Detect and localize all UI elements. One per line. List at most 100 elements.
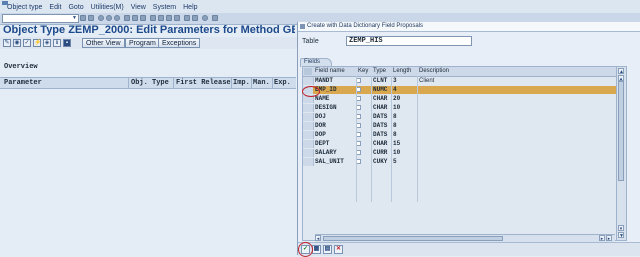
menu-item-edit[interactable]: Edit — [49, 4, 61, 11]
type-cell: CHAR — [373, 140, 388, 147]
menu-item-view[interactable]: View — [131, 4, 146, 11]
find-next-icon[interactable] — [140, 15, 146, 21]
save-icon[interactable] — [88, 15, 94, 21]
type-cell: DATS — [373, 131, 388, 138]
scroll-up-icon[interactable]: ▲ — [618, 68, 624, 75]
other-view-button[interactable]: Other View — [82, 38, 125, 48]
column-length[interactable]: Length — [393, 68, 411, 74]
column-man[interactable]: Man. — [253, 79, 270, 87]
type-cell: DATS — [373, 113, 388, 120]
prev-page-icon[interactable] — [158, 15, 164, 21]
column-obj-type[interactable]: Obj. Type — [131, 79, 169, 87]
menu-item-system[interactable]: System — [153, 4, 176, 11]
field-name-cell: DEPT — [315, 140, 330, 147]
column-imp[interactable]: Imp. — [233, 79, 250, 87]
length-cell: 8 — [393, 131, 397, 138]
field-name-cell: SALARY — [315, 149, 337, 156]
table-row[interactable]: DOP DATS 8 — [313, 131, 616, 139]
other-object-icon[interactable]: ◉ — [13, 39, 21, 47]
column-type[interactable]: Type — [373, 68, 386, 74]
activate-icon[interactable]: ⚡ — [33, 39, 41, 47]
table-input-value: ZEMP_HIS — [349, 37, 383, 45]
table-row[interactable]: DESIGN CHAR 10 — [313, 104, 616, 112]
field-name-cell: DOJ — [315, 113, 326, 120]
vertical-scrollbar[interactable]: ▲ ▴ ▾ ▼ — [616, 67, 626, 240]
find-icon[interactable] — [132, 15, 138, 21]
cancel-dialog-icon[interactable]: ✕ — [334, 245, 343, 254]
menu-item-goto[interactable]: Goto — [68, 4, 83, 11]
scroll-right-page-icon[interactable]: ▸ — [599, 235, 605, 242]
command-field[interactable]: ▼ — [2, 14, 79, 23]
select-all-button-icon[interactable]: ▦ — [312, 245, 321, 254]
scroll-page-down-icon[interactable]: ▾ — [618, 225, 624, 232]
length-cell: 3 — [393, 77, 397, 84]
horizontal-scroll-thumb[interactable] — [323, 236, 503, 241]
column-description[interactable]: Description — [419, 68, 449, 74]
dialog-footer: ✓ ▦ ▤ ✕ — [298, 242, 640, 256]
exceptions-button[interactable]: Exceptions — [158, 38, 201, 48]
length-cell: 4 — [393, 86, 397, 93]
table-label: Table — [302, 38, 319, 45]
table-row[interactable]: NAME CHAR 20 — [313, 95, 616, 103]
stop-icon[interactable]: ▪ — [63, 39, 71, 47]
shortcut-icon[interactable] — [192, 15, 198, 21]
fields-grid: Field name Key Type Length Description M… — [302, 66, 627, 242]
dialog-title-bar: Create with Data Dictionary Field Propos… — [298, 22, 640, 32]
menu-items: Object type Edit Goto Utilities(M) View Syste… — [7, 4, 198, 11]
dropdown-icon[interactable]: ▼ — [72, 15, 77, 21]
first-page-icon[interactable] — [150, 15, 156, 21]
print-icon[interactable] — [124, 15, 130, 21]
where-used-icon[interactable]: ◈ — [43, 39, 51, 47]
field-name-cell: DOP — [315, 131, 326, 138]
next-page-icon[interactable] — [166, 15, 172, 21]
type-cell: CHAR — [373, 104, 388, 111]
length-cell: 8 — [393, 122, 397, 129]
layout-menu-icon[interactable] — [212, 15, 218, 21]
new-session-icon[interactable] — [184, 15, 190, 21]
check-icon[interactable]: ✓ — [23, 39, 31, 47]
field-name-cell: SAL_UNIT — [315, 158, 344, 165]
column-field-name[interactable]: Field name — [315, 68, 345, 74]
table-row[interactable]: SAL_UNIT CUKY 5 — [313, 158, 616, 166]
cancel-icon[interactable] — [114, 15, 120, 21]
table-row[interactable]: SALARY CURR 10 — [313, 149, 616, 157]
type-cell: CHAR — [373, 95, 388, 102]
table-row[interactable]: DOR DATS 8 — [313, 122, 616, 130]
field-name-cell: DOR — [315, 122, 326, 129]
table-row[interactable]: DOJ DATS 8 — [313, 113, 616, 121]
back-icon[interactable] — [98, 15, 104, 21]
exit-icon[interactable] — [106, 15, 112, 21]
info-icon[interactable]: ℹ — [53, 39, 61, 47]
dialog-window-icon — [300, 24, 305, 29]
annotation-circle-row — [302, 86, 320, 97]
menu-item-object-type[interactable]: Object type — [7, 4, 42, 11]
help-icon[interactable] — [202, 15, 208, 21]
display-change-icon[interactable]: ✎ — [3, 39, 11, 47]
enter-icon[interactable] — [80, 15, 86, 21]
menu-bar: Object type Edit Goto Utilities(M) View Syste… — [0, 0, 640, 13]
horizontal-scrollbar[interactable]: ◂ ▸ ▸ — [315, 234, 615, 242]
table-row[interactable]: DEPT CHAR 15 — [313, 140, 616, 148]
command-input[interactable] — [3, 15, 69, 23]
type-cell: CURR — [373, 149, 388, 156]
scroll-left-icon[interactable]: ◂ — [315, 235, 321, 242]
select-all-icon[interactable] — [304, 68, 312, 75]
table-input[interactable]: ZEMP_HIS — [346, 36, 472, 46]
deselect-all-icon[interactable]: ▤ — [323, 245, 332, 254]
type-cell: CLNT — [373, 77, 388, 84]
column-parameter[interactable]: Parameter — [4, 79, 42, 87]
menu-item-help[interactable]: Help — [183, 4, 197, 11]
menu-item-utilities-m[interactable]: Utilities(M) — [91, 4, 124, 11]
vertical-scroll-thumb[interactable] — [618, 81, 624, 181]
column-first-release[interactable]: First Release — [176, 79, 231, 87]
column-key[interactable]: Key — [358, 68, 368, 74]
table-row[interactable]: EMP_ID NUMC 4 — [313, 86, 616, 94]
column-exp[interactable]: Exp. — [274, 79, 291, 87]
ddic-proposal-dialog: Create with Data Dictionary Field Propos… — [297, 22, 640, 257]
program-button[interactable]: Program — [125, 38, 160, 48]
table-row[interactable]: MANDT CLNT 3 Client — [313, 77, 616, 85]
scroll-down-icon[interactable]: ▼ — [618, 232, 624, 239]
scroll-right-icon[interactable]: ▸ — [606, 235, 612, 242]
last-page-icon[interactable] — [174, 15, 180, 21]
type-cell: NUMC — [373, 86, 388, 93]
